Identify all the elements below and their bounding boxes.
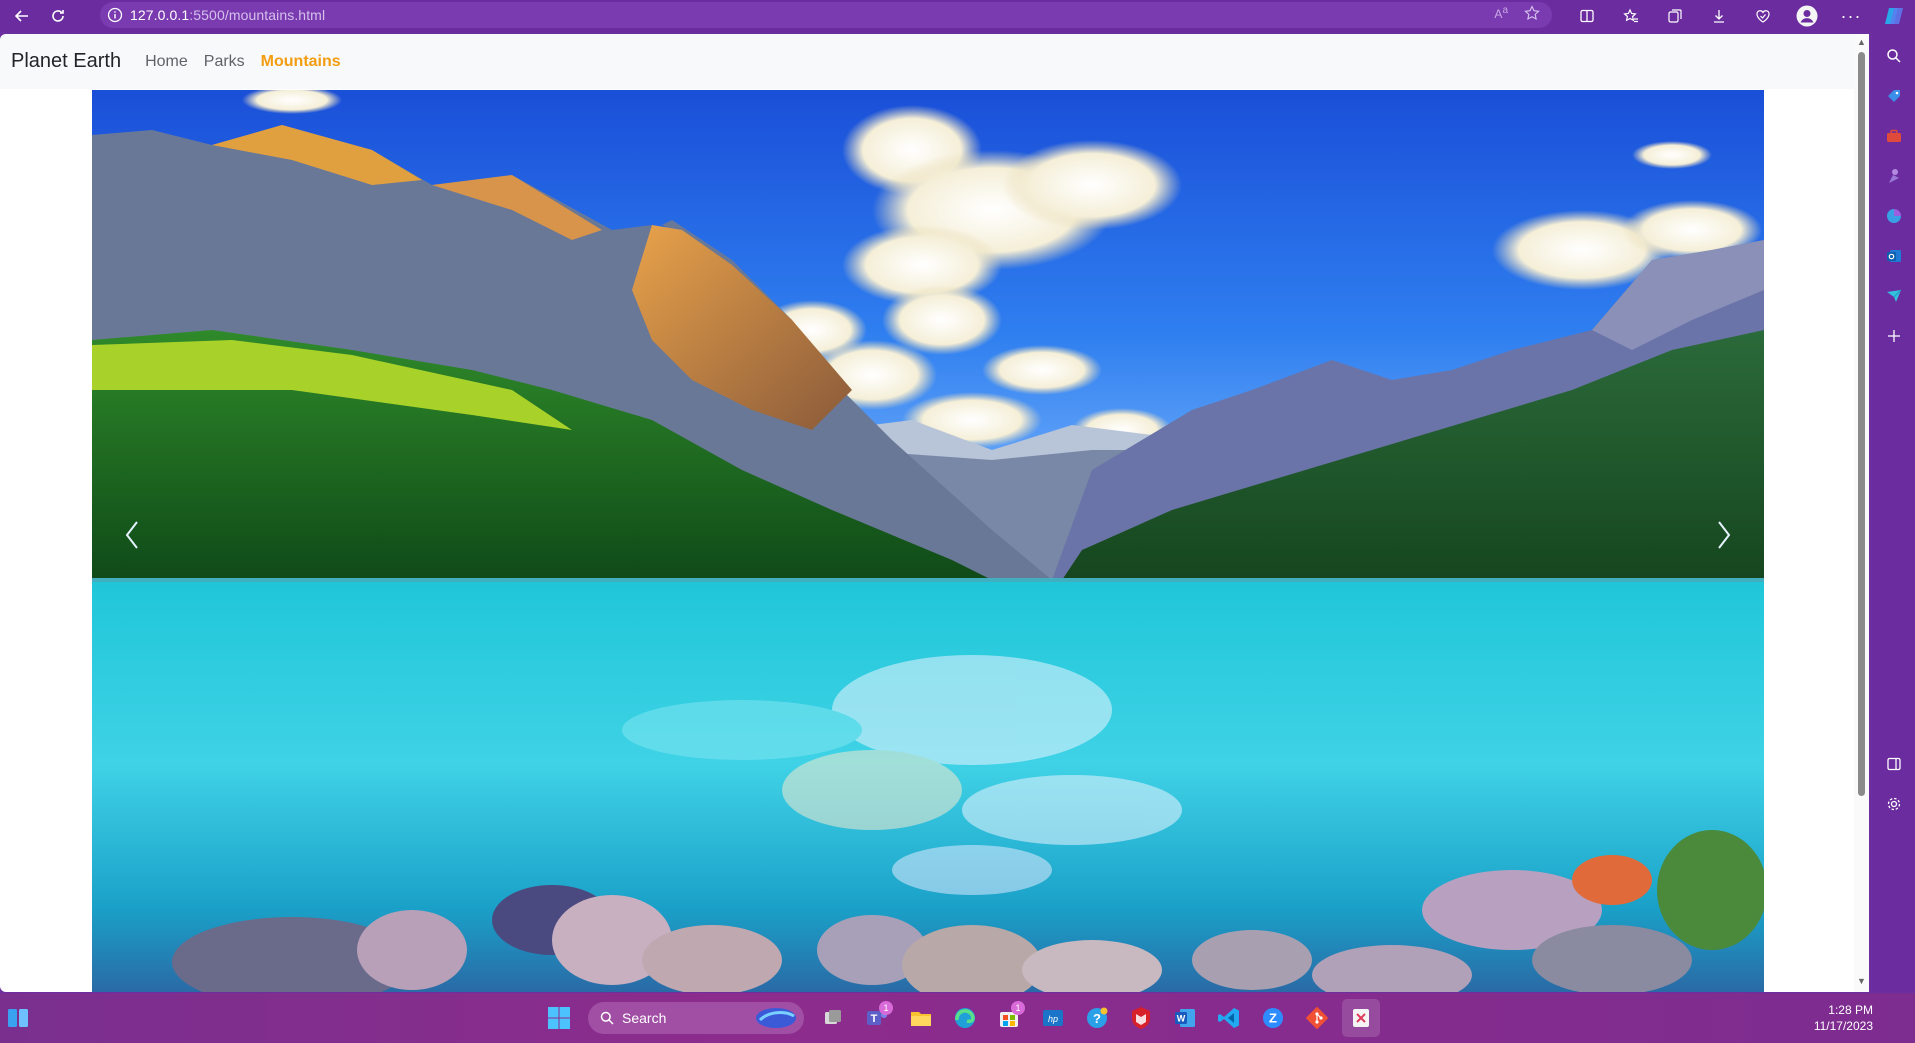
arrow-left-icon xyxy=(14,10,28,22)
sidebar-settings-icon[interactable] xyxy=(1872,784,1915,824)
vscode-icon[interactable] xyxy=(1210,999,1248,1037)
nav-link-mountains[interactable]: Mountains xyxy=(261,53,341,71)
edge-icon[interactable] xyxy=(946,999,984,1037)
browser-essentials-icon[interactable] xyxy=(1741,1,1785,31)
mountain-lake-image xyxy=(92,90,1764,992)
games-icon[interactable] xyxy=(1872,156,1915,196)
hp-smart-icon[interactable]: hp xyxy=(1034,999,1072,1037)
scroll-up-arrow-icon[interactable]: ▲ xyxy=(1857,38,1866,47)
shopping-tag-icon[interactable] xyxy=(1872,76,1915,116)
windows-logo-icon xyxy=(548,1007,570,1029)
outlook-icon[interactable] xyxy=(1872,236,1915,276)
chevron-left-icon xyxy=(125,521,138,549)
task-view-icon[interactable] xyxy=(814,999,852,1037)
git-icon[interactable] xyxy=(1298,999,1336,1037)
nav-link-parks[interactable]: Parks xyxy=(204,53,245,71)
drop-icon[interactable] xyxy=(1872,276,1915,316)
copilot-icon[interactable] xyxy=(1873,1,1915,31)
snipping-tool-icon[interactable] xyxy=(1342,999,1380,1037)
word-icon[interactable]: W xyxy=(1166,999,1204,1037)
svg-text:?: ? xyxy=(1093,1011,1101,1026)
add-sidebar-app-icon[interactable] xyxy=(1872,316,1915,356)
svg-text:T: T xyxy=(871,1013,878,1025)
search-icon xyxy=(600,1011,614,1025)
file-explorer-icon[interactable] xyxy=(902,999,940,1037)
svg-text:hp: hp xyxy=(1048,1014,1058,1024)
nav-link-home[interactable]: Home xyxy=(145,53,188,71)
chevron-right-icon xyxy=(1718,521,1731,549)
system-clock[interactable]: 1:28 PM 11/17/2023 xyxy=(1814,1002,1873,1034)
windows-taskbar: Search T1 1 hp ? W Z 1:28 PM 11/17/2023 xyxy=(0,993,1915,1043)
star-icon[interactable] xyxy=(1524,5,1540,21)
refresh-icon xyxy=(52,10,64,22)
toolbar-right: ··· xyxy=(1565,0,1915,32)
svg-text:Z: Z xyxy=(1269,1011,1277,1026)
microsoft-store-icon[interactable]: 1 xyxy=(990,999,1028,1037)
store-badge: 1 xyxy=(1011,1001,1025,1015)
back-button[interactable] xyxy=(4,1,40,31)
browser-sidebar xyxy=(1872,32,1915,992)
image-carousel xyxy=(92,90,1764,992)
url-path: :5500/mountains.html xyxy=(189,7,326,23)
collections-icon[interactable] xyxy=(1653,1,1697,31)
tools-icon[interactable] xyxy=(1872,116,1915,156)
refresh-button[interactable] xyxy=(40,1,76,31)
microsoft-365-icon[interactable] xyxy=(1872,196,1915,236)
favorites-icon[interactable] xyxy=(1609,1,1653,31)
scroll-thumb[interactable] xyxy=(1858,52,1865,796)
teams-badge: 1 xyxy=(879,1001,893,1015)
url-host: 127.0.0.1 xyxy=(130,7,190,23)
taskbar-search[interactable]: Search xyxy=(588,1002,804,1034)
search-label: Search xyxy=(622,1010,667,1026)
read-aloud-icon[interactable]: Aa xyxy=(1494,5,1508,21)
more-options-icon[interactable]: ··· xyxy=(1829,1,1873,31)
browser-toolbar: 127.0.0.1:5500/mountains.html Aa ··· xyxy=(0,0,1915,32)
teams-icon[interactable]: T1 xyxy=(858,999,896,1037)
svg-text:W: W xyxy=(1177,1014,1186,1024)
scroll-down-arrow-icon[interactable]: ▼ xyxy=(1857,977,1866,986)
site-info-icon[interactable] xyxy=(100,7,130,23)
zoom-icon[interactable]: Z xyxy=(1254,999,1292,1037)
hide-sidebar-icon[interactable] xyxy=(1872,744,1915,784)
search-icon[interactable] xyxy=(1872,36,1915,76)
carousel-next-button[interactable] xyxy=(1704,495,1744,575)
clock-time: 1:28 PM xyxy=(1828,1003,1873,1017)
page-scrollbar[interactable]: ▲ ▼ xyxy=(1854,34,1869,992)
page-viewport: Planet Earth Home Parks Mountains ▲ ▼ xyxy=(0,34,1869,992)
split-screen-icon[interactable] xyxy=(1565,1,1609,31)
site-brand[interactable]: Planet Earth xyxy=(11,50,121,73)
search-highlight-icon xyxy=(756,1008,796,1028)
start-button[interactable] xyxy=(540,999,578,1037)
mcafee-icon[interactable] xyxy=(1122,999,1160,1037)
address-bar[interactable]: 127.0.0.1:5500/mountains.html Aa xyxy=(100,2,1552,28)
widgets-icon[interactable] xyxy=(6,1006,30,1030)
carousel-prev-button[interactable] xyxy=(112,495,152,575)
get-help-icon[interactable]: ? xyxy=(1078,999,1116,1037)
profile-avatar[interactable] xyxy=(1785,1,1829,31)
downloads-icon[interactable] xyxy=(1697,1,1741,31)
url-text: 127.0.0.1:5500/mountains.html xyxy=(130,7,325,23)
clock-date: 11/17/2023 xyxy=(1813,1019,1873,1033)
site-navbar: Planet Earth Home Parks Mountains xyxy=(0,34,1869,89)
